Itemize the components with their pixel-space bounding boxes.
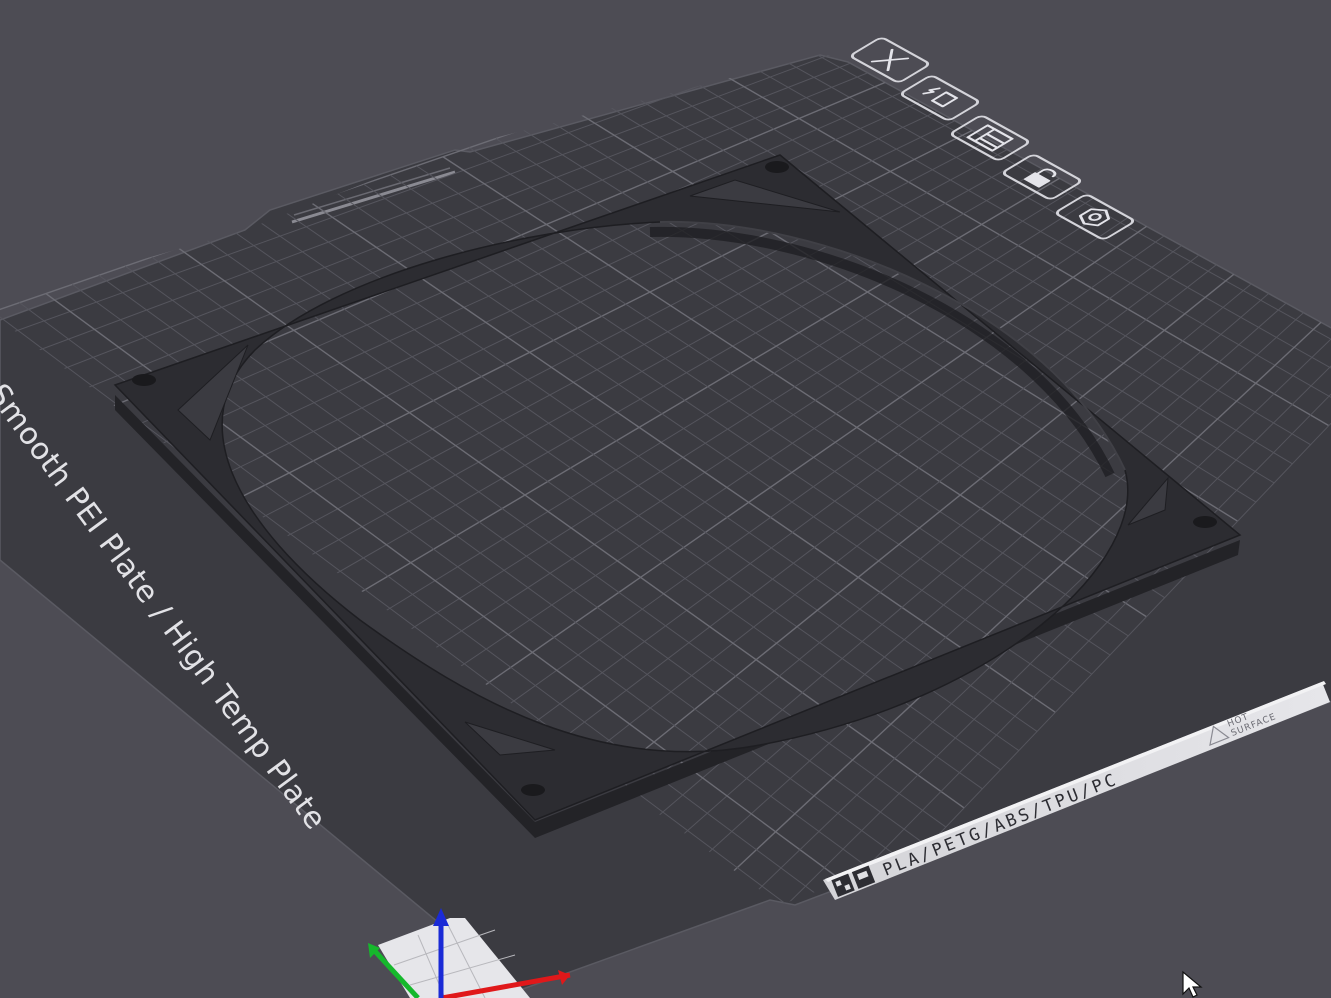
mount-hole-bottom <box>521 784 545 796</box>
close-icon <box>870 48 910 72</box>
mount-hole-right <box>1193 516 1217 528</box>
mount-hole-top <box>765 161 789 173</box>
scene-canvas[interactable]: ...hu Smooth PEI Plate / High Temp Plate… <box>0 0 1331 998</box>
mount-hole-left <box>132 374 156 386</box>
mouse-cursor <box>1182 970 1203 998</box>
3d-viewport[interactable]: ...hu Smooth PEI Plate / High Temp Plate… <box>0 0 1331 998</box>
auto-arrange-icon <box>922 87 959 108</box>
